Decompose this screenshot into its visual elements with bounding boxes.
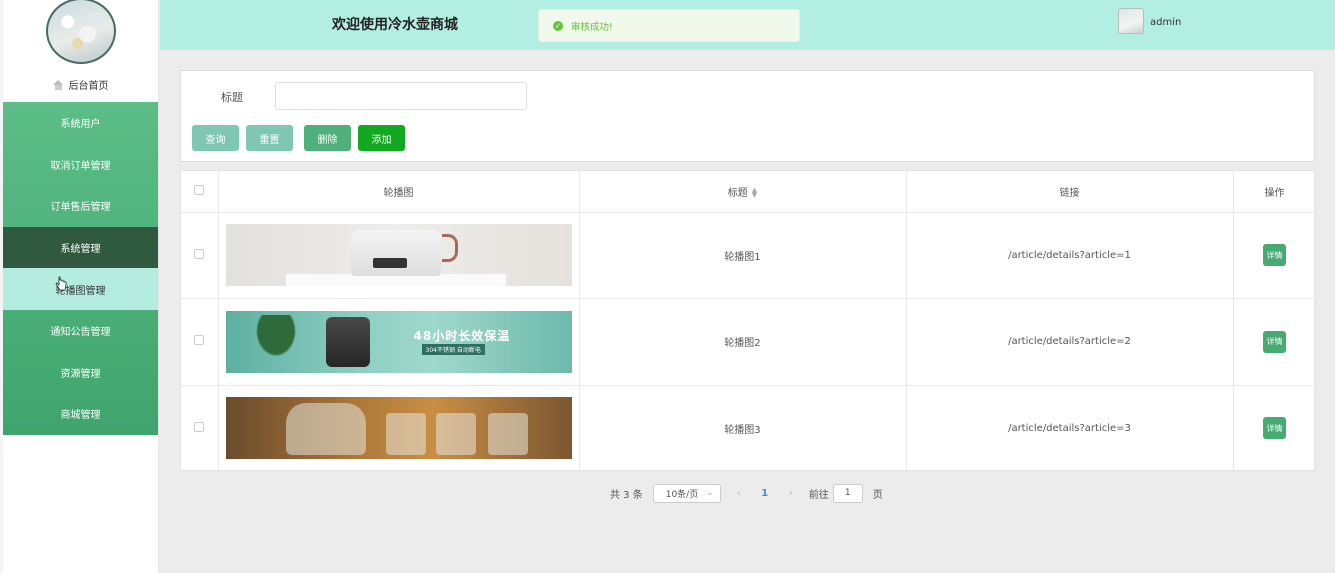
goto-page-input[interactable]: 1 [832, 483, 863, 503]
image-glass-cup [487, 413, 528, 456]
delete-button[interactable]: 删除 [304, 125, 351, 151]
row-checkbox[interactable] [194, 335, 205, 346]
toast-message: 审核成功! [571, 21, 613, 33]
title-filter-input[interactable] [275, 82, 527, 110]
image-handle [441, 234, 458, 263]
image-glass-cup [435, 413, 476, 456]
column-header-action: 操作 [1233, 171, 1317, 213]
page-size-select[interactable]: 10条/页 ⌄ [652, 483, 721, 503]
title-cell: 轮播图3 [579, 385, 907, 473]
carousel-image-kettle-white [225, 224, 572, 287]
link-cell: /article/details?article=1 [906, 212, 1234, 300]
column-header-image: 轮播图 [218, 171, 580, 213]
sidebar-item-mall[interactable]: 商城管理 [3, 393, 158, 435]
action-cell: 详情 [1233, 298, 1317, 386]
banner-subline: 304不锈钢 自动断电 [421, 343, 485, 355]
search-panel: 标题 查询 重置 删除 添加 [180, 70, 1315, 162]
image-cell [218, 212, 580, 300]
image-kettle [350, 230, 441, 277]
image-cell: 48小时长效保温 304不锈钢 自动断电 [218, 298, 580, 386]
table-header-row: 轮播图 标题 ▲ ▼ 链接 操作 [181, 171, 1317, 213]
image-glass-pitcher [285, 403, 366, 456]
query-button[interactable]: 查询 [192, 125, 239, 151]
sidebar-item-system-management[interactable]: 系统管理 [3, 226, 158, 269]
sort-icon[interactable]: ▲ ▼ [752, 186, 757, 198]
page-size-value: 10条/页 [665, 489, 699, 500]
image-stand [285, 274, 506, 287]
sidebar: 后台首页 系统用户 取消订单管理 订单售后管理 系统管理 轮播图管理 通知公告管… [3, 0, 159, 573]
sidebar-item-carousel-management[interactable]: 轮播图管理 [3, 268, 158, 310]
sidebar-item-system-users[interactable]: 系统用户 [3, 102, 158, 144]
title-cell: 轮播图1 [579, 212, 907, 300]
row-select-cell [181, 212, 219, 300]
link-cell: /article/details?article=3 [906, 385, 1234, 473]
column-header-title-label: 标题 [727, 187, 748, 199]
action-cell: 详情 [1233, 385, 1317, 473]
table-row: 48小时长效保温 304不锈钢 自动断电 轮播图2 /article/detai… [181, 298, 1317, 386]
title-filter-label: 标题 [221, 91, 243, 104]
column-header-title[interactable]: 标题 ▲ ▼ [579, 171, 907, 213]
sidebar-item-label: 系统用户 [60, 119, 101, 131]
detail-button[interactable]: 详情 [1263, 244, 1286, 267]
page-number-current[interactable]: 1 [757, 488, 773, 499]
title-cell: 轮播图2 [579, 298, 907, 386]
chevron-down-icon: ⌄ [706, 488, 714, 498]
total-count: 共 3 条 [610, 489, 643, 501]
banner-headline: 48小时长效保温 [413, 328, 511, 343]
image-cell [218, 385, 580, 473]
check-circle-icon: ✓ [553, 20, 563, 31]
site-title: 欢迎使用冷水壶商城 [332, 17, 458, 33]
sidebar-avatar [46, 0, 116, 64]
sidebar-item-notices[interactable]: 通知公告管理 [3, 310, 158, 352]
detail-button[interactable]: 详情 [1263, 417, 1286, 440]
home-icon [52, 79, 64, 90]
goto-suffix: 页 [872, 489, 883, 501]
top-header: 欢迎使用冷水壶商城 ✓ 审核成功! admin [160, 0, 1335, 50]
carousel-image-kettle-black: 48小时长效保温 304不锈钢 自动断电 [225, 310, 572, 373]
table-row: 轮播图1 /article/details?article=1 详情 [181, 212, 1317, 300]
select-all-checkbox[interactable] [194, 184, 205, 195]
image-plant [245, 314, 306, 369]
pagination: 共 3 条 10条/页 ⌄ ‹ 1 › 前往 1 页 [610, 483, 883, 503]
sidebar-item-label: 商城管理 [60, 410, 101, 422]
carousel-image-glass-set [225, 397, 572, 460]
success-toast: ✓ 审核成功! [538, 9, 800, 42]
action-cell: 详情 [1233, 212, 1317, 300]
user-avatar[interactable] [1118, 8, 1144, 34]
table-row: 轮播图3 /article/details?article=3 详情 [181, 385, 1317, 473]
carousel-table: 轮播图 标题 ▲ ▼ 链接 操作 轮播图1 /article/details?art… [180, 170, 1317, 473]
image-glass-cup [385, 413, 426, 456]
select-all-cell [181, 171, 219, 213]
sidebar-item-resources[interactable]: 资源管理 [3, 352, 158, 394]
prev-page-icon[interactable]: ‹ [731, 488, 747, 499]
reset-button[interactable]: 重置 [246, 125, 293, 151]
link-cell: /article/details?article=2 [906, 298, 1234, 386]
sidebar-item-label: 取消订单管理 [50, 160, 111, 172]
row-select-cell [181, 298, 219, 386]
sidebar-item-label: 订单售后管理 [50, 202, 111, 214]
goto-prefix: 前往 [808, 489, 829, 501]
row-select-cell [181, 385, 219, 473]
home-label: 后台首页 [68, 81, 109, 92]
sidebar-menu: 系统用户 取消订单管理 订单售后管理 系统管理 轮播图管理 通知公告管理 资源管… [3, 102, 158, 435]
sidebar-item-label: 通知公告管理 [50, 327, 111, 339]
user-name[interactable]: admin [1150, 17, 1181, 28]
row-checkbox[interactable] [194, 421, 205, 432]
sidebar-header: 后台首页 [3, 0, 158, 102]
sidebar-item-after-sales[interactable]: 订单售后管理 [3, 185, 158, 227]
row-checkbox[interactable] [194, 248, 205, 259]
hand-cursor-icon [55, 276, 67, 291]
detail-button[interactable]: 详情 [1263, 330, 1286, 353]
sidebar-item-label: 资源管理 [60, 368, 101, 380]
home-link[interactable]: 后台首页 [3, 77, 158, 92]
column-header-link: 链接 [906, 171, 1234, 213]
add-button[interactable]: 添加 [358, 125, 405, 151]
sidebar-item-label: 系统管理 [60, 244, 101, 256]
image-kettle [325, 316, 370, 367]
next-page-icon[interactable]: › [783, 488, 799, 499]
sidebar-item-cancel-orders[interactable]: 取消订单管理 [3, 144, 158, 186]
